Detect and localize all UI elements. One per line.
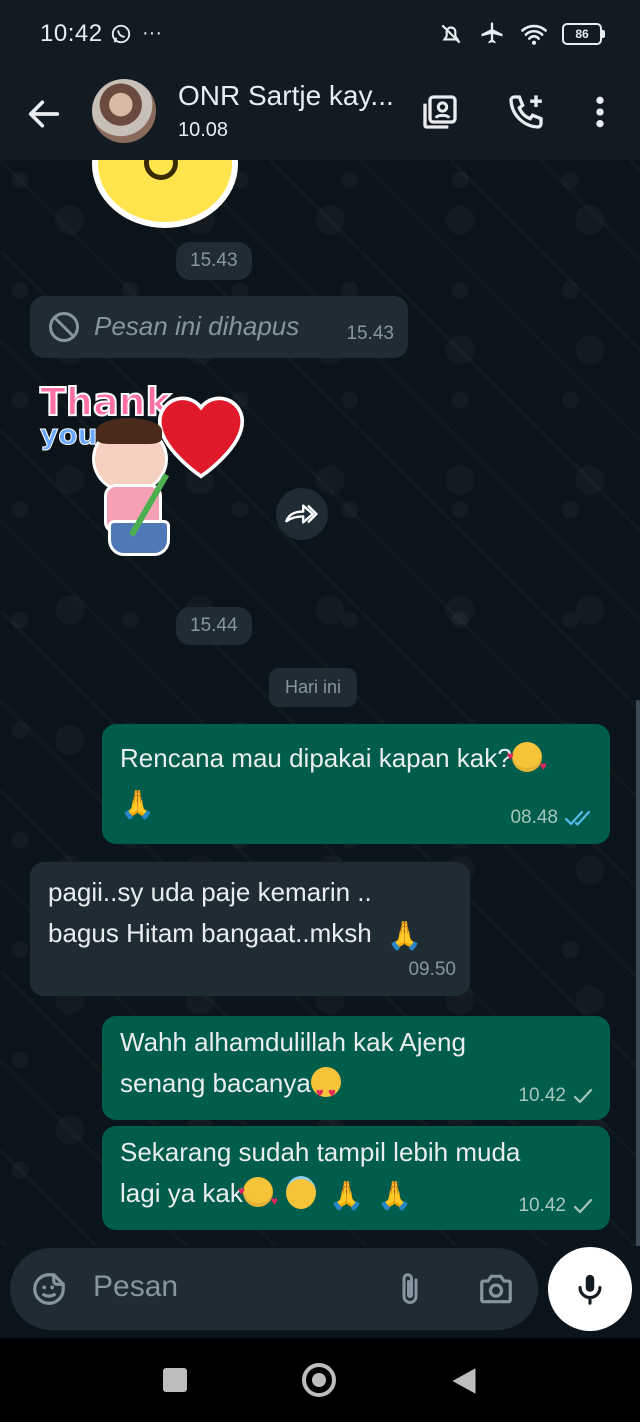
deleted-text: Pesan ini dihapus bbox=[94, 311, 300, 341]
message-text: pagii..sy uda paje kemarin .. bbox=[48, 877, 372, 907]
message-composer: Pesan bbox=[10, 1248, 538, 1330]
thank-you-sticker[interactable]: Thank you bbox=[36, 379, 266, 570]
contact-last-seen: 10.08 bbox=[178, 119, 229, 141]
forward-button[interactable] bbox=[276, 488, 328, 540]
message-text: Rencana mau dipakai kapan kak? bbox=[120, 743, 512, 773]
message-time: 15.43 bbox=[176, 242, 252, 280]
message-time: 10.42 bbox=[518, 1195, 566, 1216]
forward-icon bbox=[285, 504, 318, 524]
message-input[interactable]: Pesan bbox=[93, 1270, 178, 1304]
nav-recents-icon[interactable] bbox=[163, 1368, 187, 1392]
deleted-message[interactable]: Pesan ini dihapus 15.43 bbox=[30, 296, 408, 358]
message-text: bagus Hitam bangaat..mksh bbox=[48, 918, 372, 948]
more-vert-icon[interactable] bbox=[580, 92, 620, 132]
incoming-message[interactable]: pagii..sy uda paje kemarin .. bagus Hita… bbox=[30, 862, 470, 996]
whatsapp-icon bbox=[111, 24, 131, 43]
status-time: 10:42 bbox=[40, 20, 103, 47]
sent-tick-icon bbox=[573, 1088, 593, 1103]
battery-icon: 86 bbox=[562, 23, 605, 45]
smiling-hearts-emoji bbox=[238, 1171, 278, 1222]
message-time: 15.43 bbox=[346, 323, 394, 344]
sticker-text-you: you bbox=[39, 418, 98, 452]
wifi-icon bbox=[521, 24, 547, 45]
nav-home-icon[interactable] bbox=[302, 1363, 336, 1397]
system-nav-bar bbox=[0, 1338, 640, 1422]
message-text: senang bacanya bbox=[120, 1068, 311, 1098]
message-text: Sekarang sudah tampil lebih muda bbox=[120, 1137, 521, 1167]
attach-icon[interactable] bbox=[392, 1268, 428, 1310]
outgoing-message[interactable]: Wahh alhamdulillah kak Ajeng senang baca… bbox=[102, 1016, 610, 1120]
message-text: Wahh alhamdulillah kak Ajeng bbox=[120, 1027, 466, 1057]
outgoing-message[interactable]: Rencana mau dipakai kapan kak? 🙏 08.48 bbox=[102, 724, 610, 844]
emoji-sticker-icon[interactable] bbox=[30, 1270, 68, 1308]
message-time: 09.50 bbox=[408, 959, 456, 980]
blocked-icon bbox=[49, 312, 79, 342]
chat-area[interactable]: 15.43 Pesan ini dihapus 15.43 Thank you … bbox=[0, 160, 640, 1246]
scrollbar[interactable] bbox=[636, 700, 640, 1246]
message-text: lagi ya kak bbox=[120, 1178, 243, 1208]
contact-name[interactable]: ONR Sartje kay... bbox=[178, 80, 394, 112]
status-bar: 10:42 ··· 86 bbox=[0, 0, 640, 70]
sticker-partial[interactable] bbox=[92, 160, 238, 228]
smiling-hearts-emoji bbox=[507, 736, 547, 787]
pray-emoji: 🙏 bbox=[329, 1179, 365, 1211]
add-call-icon[interactable] bbox=[506, 92, 546, 132]
back-arrow-icon[interactable] bbox=[24, 94, 64, 134]
airplane-icon bbox=[481, 22, 503, 44]
halo-emoji bbox=[286, 1175, 317, 1209]
contact-card-icon[interactable] bbox=[420, 92, 460, 132]
pray-emoji: 🙏 bbox=[120, 788, 155, 820]
sticker-girl-hair bbox=[96, 418, 162, 444]
chat-header: ONR Sartje kay... 10.08 bbox=[0, 70, 640, 160]
outgoing-message[interactable]: Sekarang sudah tampil lebih muda lagi ya… bbox=[102, 1126, 610, 1230]
mic-icon bbox=[578, 1274, 602, 1305]
mute-icon bbox=[441, 24, 461, 44]
voice-message-button[interactable] bbox=[548, 1247, 632, 1331]
status-more-dots: ··· bbox=[142, 22, 162, 44]
pray-emoji: 🙏 bbox=[377, 1179, 413, 1211]
heart-eyes-emoji bbox=[310, 1067, 341, 1113]
message-time: 10.42 bbox=[518, 1085, 566, 1106]
message-time: 08.48 bbox=[510, 807, 558, 828]
camera-icon[interactable] bbox=[476, 1270, 516, 1308]
battery-level: 86 bbox=[575, 27, 589, 41]
sent-tick-icon bbox=[573, 1198, 593, 1213]
avatar[interactable] bbox=[92, 79, 156, 143]
message-time: 15.44 bbox=[176, 607, 252, 645]
read-ticks-icon bbox=[564, 810, 591, 826]
nav-back-icon[interactable] bbox=[450, 1366, 478, 1396]
day-divider: Hari ini bbox=[269, 668, 358, 707]
